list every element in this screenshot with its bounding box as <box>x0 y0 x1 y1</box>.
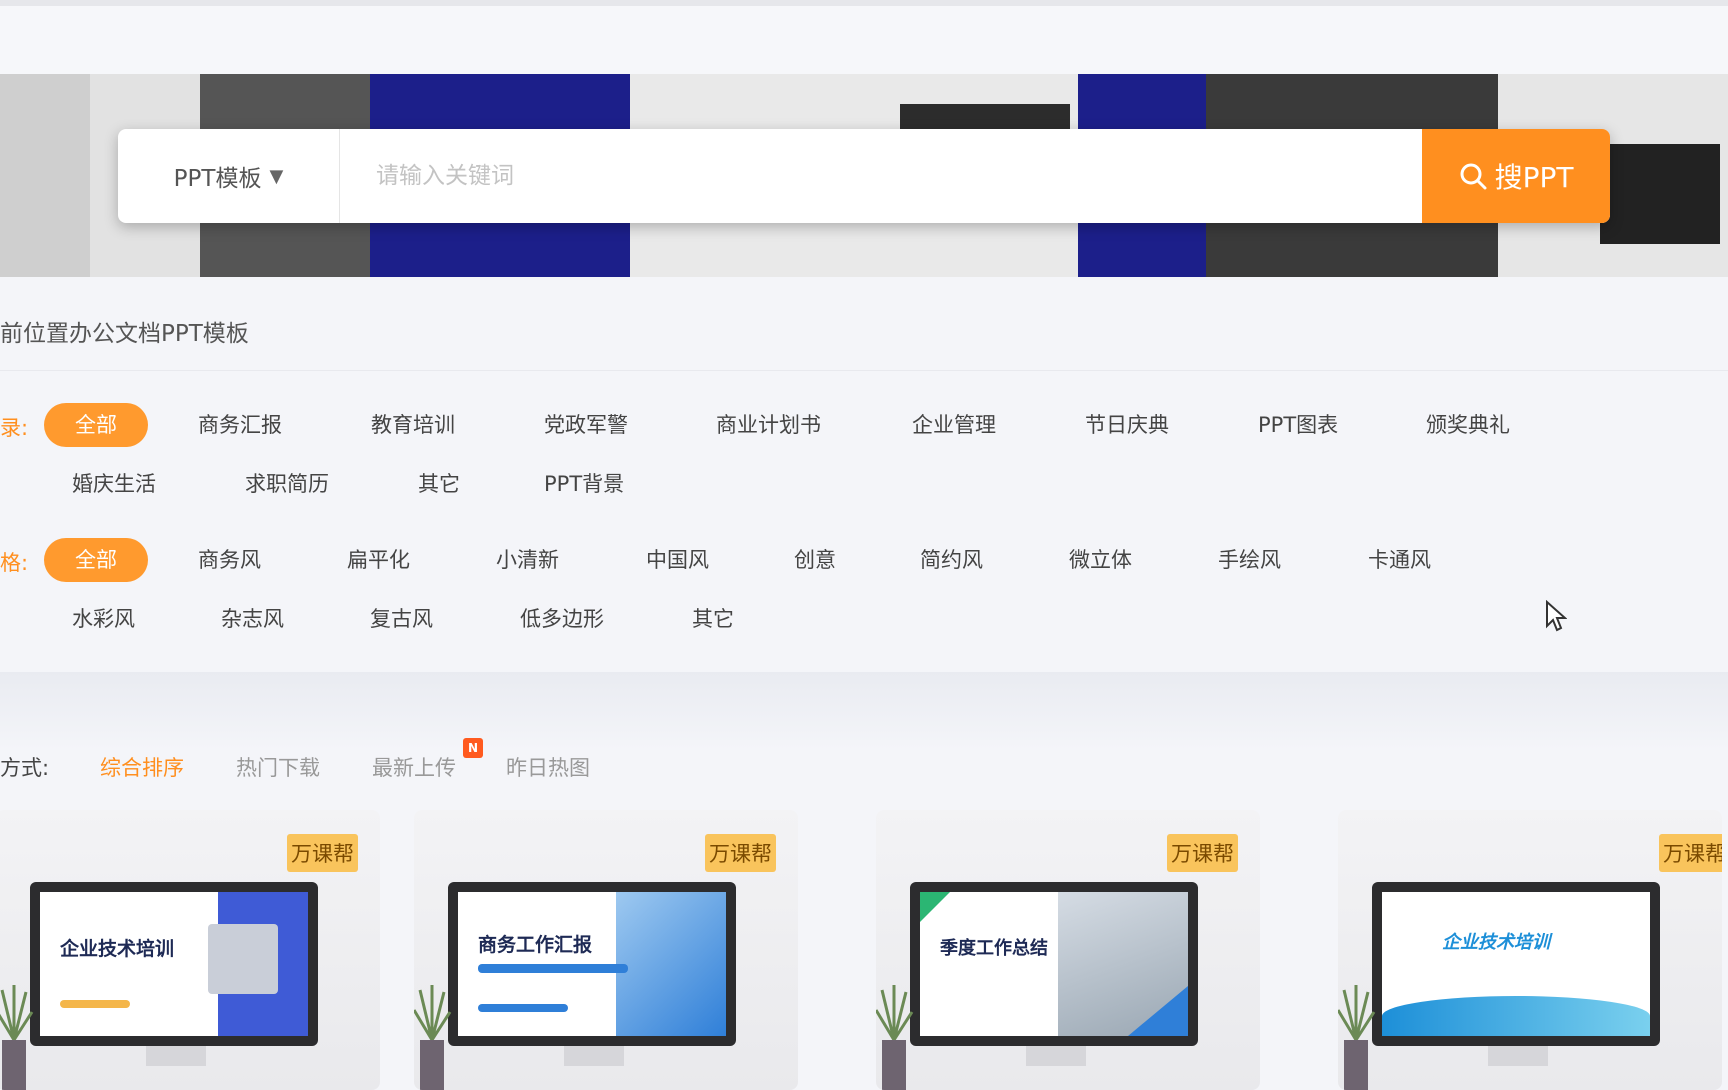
search-icon <box>1460 163 1487 190</box>
sort-option[interactable]: 综合排序 <box>100 752 184 782</box>
top-bar <box>0 0 1728 74</box>
category-chip[interactable]: 商业计划书 <box>716 403 821 447</box>
style-chip[interactable]: 商务风 <box>198 538 261 582</box>
card-tag: 万课帮 <box>1659 834 1722 872</box>
category-chip[interactable]: 企业管理 <box>912 403 996 447</box>
style-chip[interactable]: 中国风 <box>646 538 709 582</box>
category-chip[interactable]: 商务汇报 <box>198 403 282 447</box>
style-chip[interactable]: 复古风 <box>370 597 433 641</box>
divider <box>0 370 1728 371</box>
sort-option[interactable]: 最新上传 <box>372 752 456 782</box>
style-chip[interactable]: 卡通风 <box>1368 538 1431 582</box>
category-chip[interactable]: 其它 <box>418 462 460 506</box>
category-chip[interactable]: 节日庆典 <box>1085 403 1169 447</box>
plant-icon <box>876 985 914 1090</box>
style-chip[interactable]: 小清新 <box>496 538 559 582</box>
template-card[interactable]: 万课帮 企业技术培训 <box>0 810 380 1090</box>
category-filter-label: 录: <box>0 416 29 440</box>
category-chip[interactable]: PPT图表 <box>1258 403 1338 447</box>
category-chip[interactable]: 党政军警 <box>544 403 628 447</box>
card-tag: 万课帮 <box>287 834 358 872</box>
card-title: 企业技术培训 <box>1442 932 1550 953</box>
style-filter-label: 格: <box>0 551 29 575</box>
search-type-dropdown[interactable]: PPT模板 ▼ <box>118 129 340 223</box>
card-thumbnail: 企业技术培训 <box>1372 882 1660 1046</box>
sort-option[interactable]: 热门下载 <box>236 752 320 782</box>
breadcrumb: 前位置办公文档PPT模板 <box>0 321 249 347</box>
category-chip[interactable]: 颁奖典礼 <box>1426 403 1510 447</box>
style-chip[interactable]: 杂志风 <box>221 597 284 641</box>
style-chip[interactable]: 创意 <box>794 538 836 582</box>
sort-label: 方式: <box>0 756 50 780</box>
card-title: 季度工作总结 <box>940 938 1048 959</box>
card-title: 企业技术培训 <box>60 938 175 960</box>
sort-option[interactable]: 昨日热图 <box>506 752 590 782</box>
style-chip[interactable]: 手绘风 <box>1218 538 1281 582</box>
new-badge: N <box>463 738 483 758</box>
search-type-label: PPT模板 <box>173 166 262 192</box>
template-card[interactable]: 万课帮 季度工作总结 <box>876 810 1260 1090</box>
template-card[interactable]: 万课帮 企业技术培训 <box>1338 810 1722 1090</box>
mouse-cursor-icon <box>1546 600 1567 632</box>
plant-icon <box>414 985 452 1090</box>
card-thumbnail: 商务工作汇报 <box>448 882 736 1046</box>
card-thumbnail: 季度工作总结 <box>910 882 1198 1046</box>
category-chip[interactable]: 教育培训 <box>371 403 455 447</box>
style-chip[interactable]: 全部 <box>44 538 148 582</box>
search-input[interactable] <box>340 129 1422 223</box>
template-card[interactable]: 万课帮 商务工作汇报 <box>414 810 798 1090</box>
section-separator <box>0 672 1728 750</box>
search-button-label: 搜PPT <box>1494 161 1574 194</box>
style-chip[interactable]: 低多边形 <box>520 597 604 641</box>
style-chip[interactable]: 水彩风 <box>72 597 135 641</box>
card-tag: 万课帮 <box>705 834 776 872</box>
category-chip[interactable]: PPT背景 <box>544 462 624 506</box>
card-tag: 万课帮 <box>1167 834 1238 872</box>
style-chip[interactable]: 简约风 <box>920 538 983 582</box>
card-title: 商务工作汇报 <box>478 934 593 956</box>
search-button[interactable]: 搜PPT <box>1422 129 1610 223</box>
category-chip[interactable]: 求职简历 <box>245 462 329 506</box>
plant-icon <box>1338 985 1376 1090</box>
category-chip[interactable]: 全部 <box>44 403 148 447</box>
style-chip[interactable]: 微立体 <box>1069 538 1132 582</box>
category-chip[interactable]: 婚庆生活 <box>72 462 156 506</box>
search-box: PPT模板 ▼ 搜PPT <box>118 129 1610 223</box>
plant-icon <box>0 985 34 1090</box>
style-chip[interactable]: 其它 <box>692 597 734 641</box>
filter-panel: 录: 全部 商务汇报 教育培训 党政军警 商业计划书 企业管理 节日庆典 PPT… <box>0 372 1728 672</box>
caret-down-icon: ▼ <box>269 165 284 187</box>
style-chip[interactable]: 扁平化 <box>347 538 410 582</box>
card-thumbnail: 企业技术培训 <box>30 882 318 1046</box>
